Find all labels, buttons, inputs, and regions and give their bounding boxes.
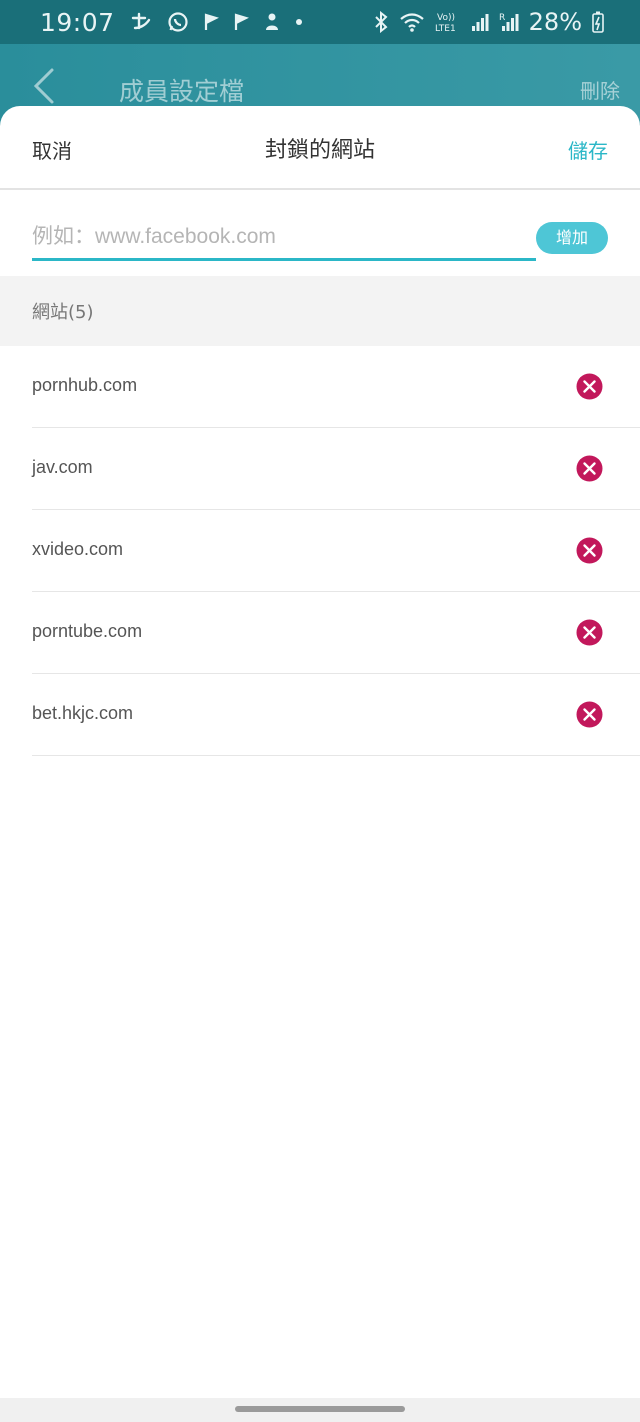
battery-charging-icon (592, 11, 604, 33)
bluetooth-icon (374, 11, 388, 33)
signal-icon (471, 14, 489, 31)
chevron-left-icon[interactable] (30, 66, 60, 106)
wifi-icon (399, 13, 424, 32)
app-notification-icon (131, 12, 150, 30)
status-time: 19:07 (40, 7, 115, 37)
system-icons: Vo)) LTE1 R 28% (373, 8, 604, 36)
svg-text:LTE1: LTE1 (435, 24, 456, 33)
sites-section-header: 網站(5) (0, 276, 640, 346)
list-item: bet.hkjc.com (32, 674, 640, 756)
add-button[interactable]: 增加 (536, 222, 608, 254)
svg-text:R: R (499, 13, 505, 23)
signal-roaming-icon: R (499, 13, 519, 31)
page-title: 成員設定檔 (119, 77, 245, 106)
delete-button[interactable]: 刪除 (580, 75, 620, 104)
flag-icon (204, 13, 219, 30)
add-site-row: 增加 (0, 190, 640, 276)
close-circle-icon[interactable] (576, 701, 603, 728)
battery-percent: 28% (528, 8, 582, 36)
sheet-header: 取消 封鎖的網站 儲存 (0, 106, 640, 190)
site-domain: bet.hkjc.com (32, 703, 134, 723)
gesture-nav-bar (0, 1398, 640, 1422)
site-domain: pornhub.com (32, 375, 138, 395)
volte-icon: Vo))LTE1 (435, 13, 456, 33)
list-item: pornhub.com (32, 346, 640, 428)
save-button[interactable]: 儲存 (568, 135, 608, 164)
dot-icon (295, 19, 302, 25)
close-circle-icon[interactable] (576, 373, 603, 400)
status-bar: 19:07 Vo)) LTE1 R 28% (0, 0, 640, 44)
site-domain: jav.com (32, 457, 93, 477)
blocked-sites-sheet: 取消 封鎖的網站 儲存 增加 網站(5) pornhub.com jav.com… (0, 106, 640, 1422)
notification-icons (131, 11, 303, 33)
list-item: xvideo.com (32, 510, 640, 592)
site-input[interactable] (32, 220, 536, 254)
close-circle-icon[interactable] (576, 455, 603, 482)
site-domain: xvideo.com (32, 539, 124, 559)
close-circle-icon[interactable] (576, 619, 603, 646)
blocked-sites-list: pornhub.com jav.com xvideo.com porntube.… (0, 346, 640, 756)
flag-icon (234, 13, 249, 30)
close-circle-icon[interactable] (576, 537, 603, 564)
list-item: porntube.com (32, 592, 640, 674)
mascot-icon (265, 13, 278, 30)
site-domain: porntube.com (32, 621, 143, 641)
home-gesture-handle[interactable] (235, 1406, 405, 1412)
sheet-title: 封鎖的網站 (264, 138, 375, 163)
whatsapp-icon (167, 12, 188, 32)
list-item: jav.com (32, 428, 640, 510)
svg-text:Vo)): Vo)) (437, 13, 455, 23)
site-input-wrapper (32, 220, 536, 261)
